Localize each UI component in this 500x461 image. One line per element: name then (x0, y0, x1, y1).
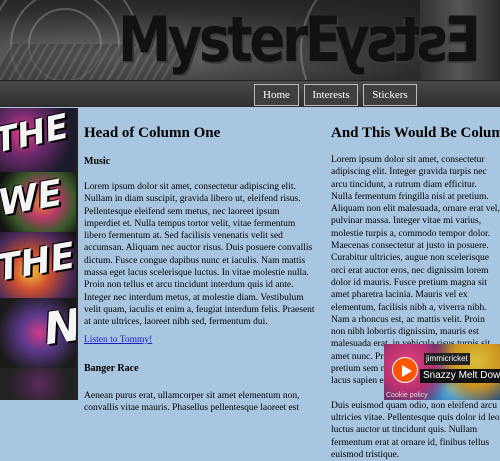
site-logo[interactable]: MysterEEstsy (118, 2, 481, 78)
listen-to-tommy-link[interactable]: Listen to Tommy! (84, 335, 152, 345)
column-one-heading: Head of Column One (84, 125, 221, 141)
graffiti-tile: WE (0, 172, 76, 232)
column-two: And This Would Be Column Two Lorem ipsum… (331, 108, 500, 461)
logo-mirrored-text: Estsy (337, 3, 481, 76)
cookie-policy-link[interactable]: Cookie policy (386, 392, 428, 399)
graffiti-tile: THE (0, 232, 78, 298)
graffiti-tile: THE (0, 108, 76, 172)
graffiti-sidebar: THE WE THE N (0, 108, 78, 400)
banger-race-paragraph: Aenean purus erat, ullamcorper sit amet … (84, 390, 300, 413)
nav-background (0, 81, 500, 107)
player-track-title[interactable]: Snazzy Melt Down (420, 369, 500, 383)
player-artist-name[interactable]: jimmicricket (424, 353, 470, 365)
nav-stickers-button[interactable]: Stickers (363, 84, 417, 106)
nav-interests-button[interactable]: Interests (304, 84, 358, 106)
graffiti-text: WE (0, 172, 66, 225)
column-two-paragraph: Duis euismod quam odio, non eleifend arc… (331, 400, 500, 460)
graffiti-text: THE (0, 235, 78, 290)
section-title-banger-race: Banger Race (84, 362, 139, 374)
graffiti-tile: N (0, 298, 78, 368)
section-title-music: Music (84, 156, 111, 167)
column-two-heading: And This Would Be Column Two (331, 125, 500, 141)
header-banner: MysterEEstsy (0, 0, 500, 80)
column-one: Head of Column One Music Lorem ipsum dol… (84, 108, 316, 414)
logo-text: MysterE (118, 3, 341, 76)
play-icon[interactable] (392, 357, 418, 383)
graffiti-text: THE (0, 108, 73, 162)
nav-home-button[interactable]: Home (254, 84, 299, 106)
graffiti-tile (0, 368, 76, 400)
nav-bar: Home Interests Stickers (0, 80, 500, 107)
graffiti-text: N (40, 299, 78, 356)
music-paragraph: Lorem ipsum dolor sit amet, consectetur … (84, 182, 315, 328)
